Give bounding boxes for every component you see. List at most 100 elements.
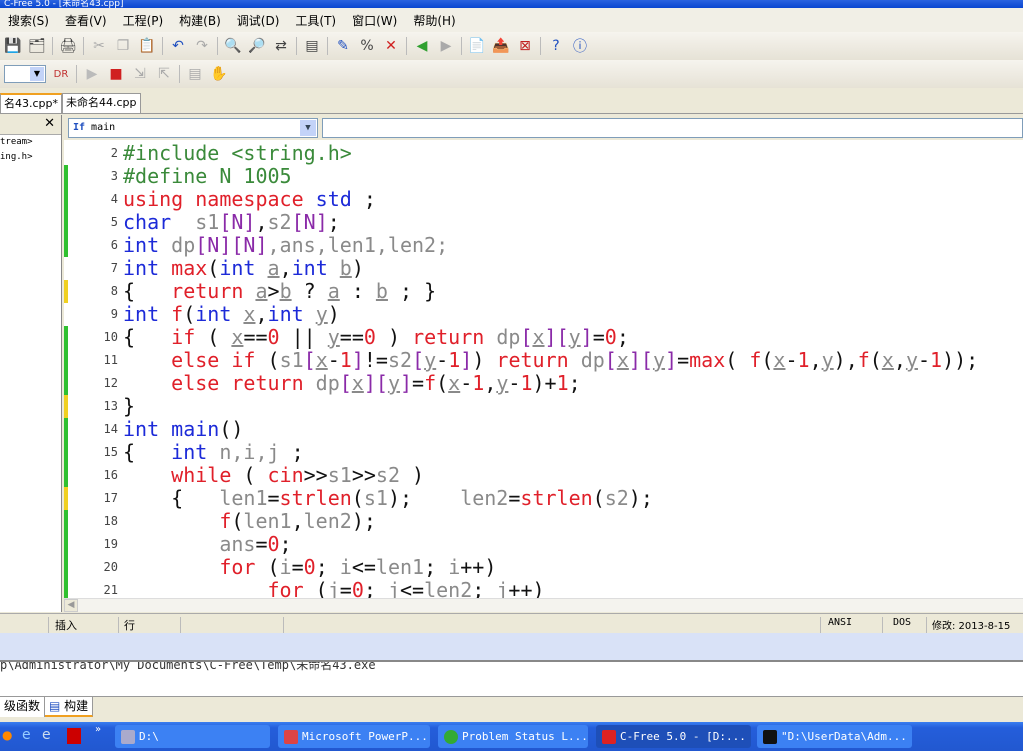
- hand-icon[interactable]: ✋: [210, 65, 228, 83]
- code-token: ||: [279, 325, 328, 349]
- cut-icon[interactable]: ✂: [90, 37, 108, 55]
- app-icon[interactable]: [67, 728, 81, 744]
- back-icon[interactable]: ◀: [413, 37, 431, 55]
- code-line[interactable]: 6 int dp[N][N],ans,len1,len2;: [64, 234, 1023, 257]
- save-all-icon[interactable]: 🗂: [28, 37, 46, 55]
- step-icon[interactable]: ⇲: [131, 65, 149, 83]
- code-line[interactable]: 14 int main(): [64, 418, 1023, 441]
- browser-icon[interactable]: e: [42, 727, 51, 743]
- code-token: a: [327, 279, 340, 303]
- menu-debug[interactable]: 调试(D): [229, 12, 288, 29]
- code-line[interactable]: 20 for (i=0; i<=len1; i++): [64, 556, 1023, 579]
- code-token: ): [400, 463, 425, 487]
- menu-project[interactable]: 工程(P): [115, 12, 172, 29]
- tab-build[interactable]: ▤ 构建: [45, 697, 94, 717]
- start-icon[interactable]: ●: [2, 728, 12, 742]
- function-selector[interactable]: If main ▼: [68, 117, 318, 138]
- menu-view[interactable]: 查看(V): [57, 12, 115, 29]
- code-line[interactable]: 2 #include <string.h>: [64, 142, 1023, 165]
- code-token: ): [375, 325, 413, 349]
- paste-icon[interactable]: 📋: [138, 37, 156, 55]
- find-next-icon[interactable]: 🔎: [248, 37, 266, 55]
- watch-icon[interactable]: ▤: [186, 65, 204, 83]
- copy-icon[interactable]: ❐: [114, 37, 132, 55]
- code-line[interactable]: 3 #define N 1005: [64, 165, 1023, 188]
- export-icon[interactable]: 📤: [492, 37, 510, 55]
- code-line[interactable]: 16 while ( cin>>s1>>s2 ): [64, 464, 1023, 487]
- redo-icon[interactable]: ↷: [193, 37, 211, 55]
- code-token: <=: [400, 578, 425, 599]
- code-token: y: [327, 325, 340, 349]
- code-token: y: [315, 302, 328, 326]
- code-line[interactable]: 18 f(len1,len2);: [64, 510, 1023, 533]
- code-line[interactable]: 10{ if ( x==0 || y==0 ) return dp[x][y]=…: [64, 326, 1023, 349]
- code-line[interactable]: 4 using namespace std ;: [64, 188, 1023, 211]
- horizontal-scrollbar[interactable]: ◀: [64, 598, 1023, 612]
- code-token: ;: [315, 555, 340, 579]
- taskbar-item-drive[interactable]: D:\: [115, 725, 270, 748]
- save-icon[interactable]: 💾: [4, 37, 22, 55]
- build-output[interactable]: p\Administrator\My Documents\C-Free\Temp…: [0, 660, 1023, 696]
- forward-icon[interactable]: ▶: [437, 37, 455, 55]
- code-editor[interactable]: 2 #include <string.h> 3 #define N 1005 4 usin…: [64, 140, 1023, 598]
- code-line[interactable]: 17 { len1=strlen(s1); len2=strlen(s2);: [64, 487, 1023, 510]
- code-token: ==: [339, 325, 364, 349]
- menu-window[interactable]: 窗口(W): [344, 12, 405, 29]
- close-file-icon[interactable]: ⊠: [516, 37, 534, 55]
- taskbar-item-powerpoint[interactable]: Microsoft PowerP...: [278, 725, 430, 748]
- code-token: ][: [628, 348, 653, 372]
- taskbar-item-console[interactable]: "D:\UserData\Adm...: [757, 725, 912, 748]
- info-icon[interactable]: ⓘ: [571, 37, 589, 55]
- tab-file-44[interactable]: 未命名44.cpp: [62, 93, 141, 113]
- include-item[interactable]: ing.h>: [0, 150, 61, 165]
- debug-run-icon[interactable]: DR: [52, 65, 70, 83]
- code-token: int: [291, 256, 328, 280]
- stop-icon[interactable]: ■: [107, 65, 125, 83]
- code-line[interactable]: 9 int f(int x,int y): [64, 303, 1023, 326]
- print-icon[interactable]: 🖨: [59, 37, 77, 55]
- change-marker: [64, 510, 68, 533]
- menu-search[interactable]: 搜索(S): [0, 12, 57, 29]
- file-icon[interactable]: 📄: [468, 37, 486, 55]
- code-line[interactable]: 8{ return a>b ? a : b ; }: [64, 280, 1023, 303]
- code-line[interactable]: 19 ans=0;: [64, 533, 1023, 556]
- function-search-input[interactable]: [322, 117, 1023, 138]
- code-line[interactable]: 12 else return dp[x][y]=f(x-1,y-1)+1;: [64, 372, 1023, 395]
- include-item[interactable]: tream>: [0, 135, 61, 150]
- code-line[interactable]: 13}: [64, 395, 1023, 418]
- close-panel-icon[interactable]: ✕: [44, 116, 55, 131]
- tab-functions[interactable]: 级函数: [0, 697, 46, 717]
- ie-icon[interactable]: e: [22, 727, 31, 743]
- stop-build-icon[interactable]: ✕: [382, 37, 400, 55]
- scroll-left-icon[interactable]: ◀: [64, 599, 78, 612]
- powerpoint-icon: [284, 730, 298, 744]
- run-icon[interactable]: %: [358, 37, 376, 55]
- line-number: 6: [110, 238, 118, 252]
- code-line[interactable]: 5 char s1[N],s2[N];: [64, 211, 1023, 234]
- code-line[interactable]: 21 for (j=0; j<=len2; j++): [64, 579, 1023, 598]
- play-icon[interactable]: ▶: [83, 65, 101, 83]
- taskbar-item-cfree[interactable]: C-Free 5.0 - [D:...: [596, 725, 751, 748]
- replace-icon[interactable]: ⇄: [272, 37, 290, 55]
- find-icon[interactable]: 🔍: [224, 37, 242, 55]
- undo-icon[interactable]: ↶: [169, 37, 187, 55]
- code-token: =: [291, 555, 304, 579]
- config-dropdown[interactable]: ▼: [4, 65, 46, 83]
- help-icon[interactable]: ?: [547, 37, 565, 55]
- menu-tools[interactable]: 工具(T): [287, 12, 344, 29]
- chevron-down-icon[interactable]: ▼: [300, 119, 316, 136]
- more-icon[interactable]: »: [95, 724, 101, 735]
- output-header: [0, 633, 1023, 660]
- taskbar-item-browser[interactable]: Problem Status L...: [438, 725, 588, 748]
- bookmark-icon[interactable]: ▤: [303, 37, 321, 55]
- code-token: ; }: [387, 279, 437, 303]
- step-over-icon[interactable]: ⇱: [155, 65, 173, 83]
- menu-help[interactable]: 帮助(H): [405, 12, 463, 29]
- code-line[interactable]: 7 int max(int a,int b): [64, 257, 1023, 280]
- menu-build[interactable]: 构建(B): [171, 12, 229, 29]
- tab-file-43[interactable]: 名43.cpp*: [0, 93, 63, 113]
- compile-icon[interactable]: ✎: [334, 37, 352, 55]
- code-line[interactable]: 11 else if (s1[x-1]!=s2[y-1]) return dp[…: [64, 349, 1023, 372]
- code-line[interactable]: 15 { int n,i,j ;: [64, 441, 1023, 464]
